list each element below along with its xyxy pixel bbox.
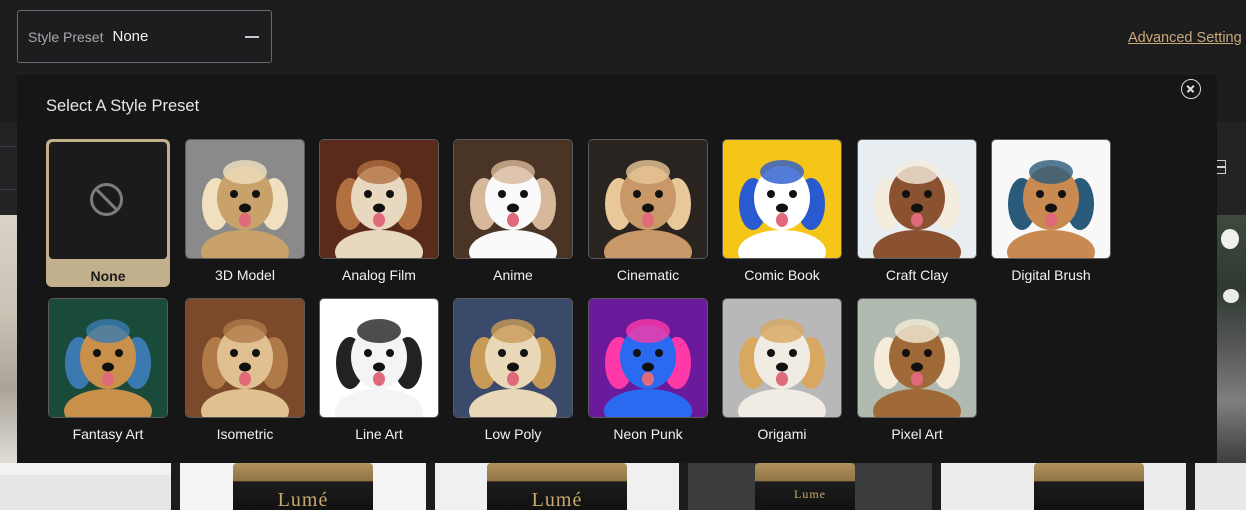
- preset-thumbnail[interactable]: [588, 298, 708, 418]
- preset-thumbnail[interactable]: [453, 298, 573, 418]
- dog-portrait-image: [49, 299, 167, 417]
- dog-portrait-image: [858, 140, 976, 258]
- dog-portrait-image: [186, 140, 304, 258]
- preset-thumbnail[interactable]: [857, 298, 977, 418]
- preset-label: None: [90, 268, 126, 284]
- gallery-tile[interactable]: [941, 463, 1186, 510]
- product-label: Lumé: [277, 489, 329, 510]
- dog-portrait-image: [320, 299, 438, 417]
- dog-portrait-image: [589, 140, 707, 258]
- no-style-icon: [90, 183, 123, 216]
- preset-label: Fantasy Art: [72, 426, 144, 442]
- advanced-settings-link[interactable]: Advanced Setting: [1128, 30, 1242, 46]
- dog-portrait-image: [589, 299, 707, 417]
- preset-card-3d-model[interactable]: 3D Model: [185, 139, 305, 289]
- preset-card-neon-punk[interactable]: Neon Punk: [588, 298, 708, 448]
- preset-label: Digital Brush: [1011, 267, 1091, 283]
- gallery-tile[interactable]: Lumé: [435, 463, 679, 510]
- preset-thumbnail[interactable]: [453, 139, 573, 259]
- preset-label: Comic Book: [744, 267, 820, 283]
- preset-label: Neon Punk: [613, 426, 683, 442]
- preset-card-digital-brush[interactable]: Digital Brush: [991, 139, 1111, 289]
- preset-label: Line Art: [355, 426, 403, 442]
- dog-portrait-image: [858, 299, 976, 417]
- preset-card-comic-book[interactable]: Comic Book: [722, 139, 842, 289]
- preset-card-origami[interactable]: Origami: [722, 298, 842, 448]
- product-label: Lumé: [531, 489, 583, 510]
- preset-card-line-art[interactable]: Line Art: [319, 298, 439, 448]
- preset-thumbnail[interactable]: [588, 139, 708, 259]
- dog-portrait-image: [723, 299, 841, 417]
- preset-label: Craft Clay: [885, 267, 949, 283]
- gallery-tile[interactable]: Lumé: [180, 463, 426, 510]
- preset-thumbnail[interactable]: [49, 142, 167, 259]
- preset-thumbnail[interactable]: [48, 298, 168, 418]
- preset-thumbnail[interactable]: [722, 298, 842, 418]
- preset-card-low-poly[interactable]: Low Poly: [453, 298, 573, 448]
- divider: [0, 146, 17, 147]
- preset-label: Analog Film: [342, 267, 416, 283]
- gallery-tile[interactable]: [0, 463, 171, 510]
- preset-thumbnail[interactable]: [185, 298, 305, 418]
- preset-card-craft-clay[interactable]: Craft Clay: [857, 139, 977, 289]
- preset-thumbnail[interactable]: [857, 139, 977, 259]
- background-gallery-row: Lumé Lumé Lume: [0, 463, 1246, 510]
- preset-thumbnail[interactable]: [319, 139, 439, 259]
- style-preset-select[interactable]: Style Preset None: [17, 10, 272, 63]
- preset-card-none[interactable]: None: [46, 139, 170, 289]
- dog-portrait-image: [186, 299, 304, 417]
- preset-card-anime[interactable]: Anime: [453, 139, 573, 289]
- gallery-tile[interactable]: [1195, 463, 1246, 510]
- preset-thumbnail[interactable]: [991, 139, 1111, 259]
- style-preset-modal: Select A Style Preset None 3D Model Analog…: [17, 75, 1217, 463]
- preset-card-fantasy-art[interactable]: Fantasy Art: [48, 298, 168, 448]
- dog-portrait-image: [723, 140, 841, 258]
- preset-card-analog-film[interactable]: Analog Film: [319, 139, 439, 289]
- preset-thumbnail[interactable]: [185, 139, 305, 259]
- close-icon[interactable]: [1181, 79, 1201, 99]
- preset-card-pixel-art[interactable]: Pixel Art: [857, 298, 977, 448]
- preset-thumbnail[interactable]: [722, 139, 842, 259]
- preset-card-cinematic[interactable]: Cinematic: [588, 139, 708, 289]
- divider: [0, 189, 17, 190]
- modal-title: Select A Style Preset: [46, 97, 200, 115]
- dog-portrait-image: [454, 140, 572, 258]
- dog-portrait-image: [992, 140, 1110, 258]
- gallery-tile[interactable]: Lume: [688, 463, 932, 510]
- preset-card-isometric[interactable]: Isometric: [185, 298, 305, 448]
- preset-thumbnail[interactable]: [319, 298, 439, 418]
- dog-portrait-image: [454, 299, 572, 417]
- preset-label: Anime: [493, 267, 533, 283]
- style-preset-value: None: [112, 28, 149, 45]
- background-image-left: [0, 215, 17, 463]
- preset-label: Origami: [757, 426, 807, 442]
- style-preset-label: Style Preset: [28, 28, 104, 45]
- dog-portrait-image: [320, 140, 438, 258]
- top-bar: Style Preset None Advanced Setting: [0, 0, 1246, 75]
- preset-label: Cinematic: [616, 267, 680, 283]
- background-image-right: [1217, 215, 1246, 463]
- product-label: Lume: [794, 487, 826, 501]
- collapse-icon[interactable]: [245, 36, 259, 38]
- preset-label: Low Poly: [484, 426, 542, 442]
- preset-label: 3D Model: [215, 267, 275, 283]
- preset-label: Pixel Art: [891, 426, 943, 442]
- preset-label: Isometric: [216, 426, 274, 442]
